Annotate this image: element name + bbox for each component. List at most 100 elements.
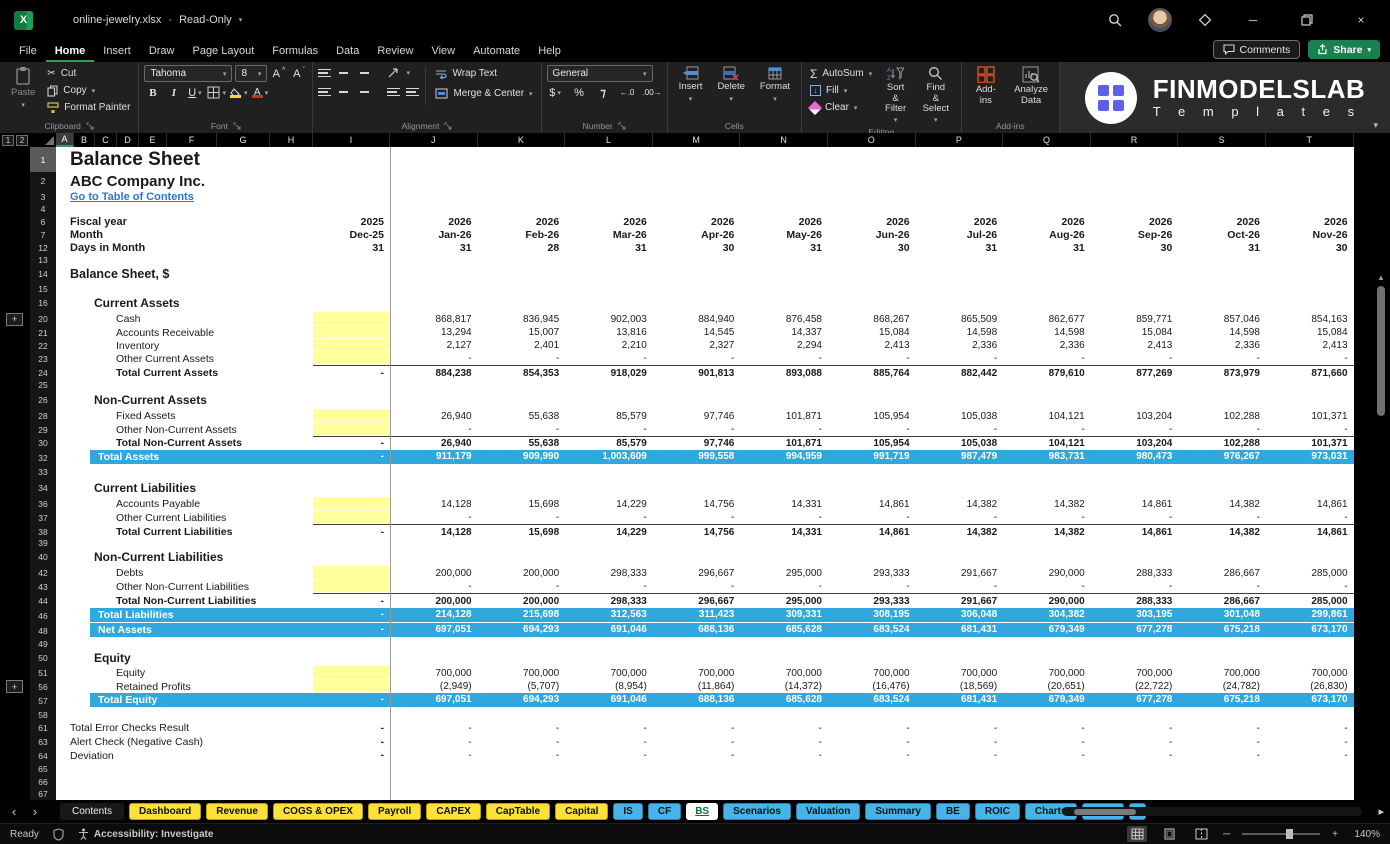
cell[interactable]: - [1003, 721, 1091, 735]
cell[interactable]: Feb-26 [478, 228, 566, 241]
cell[interactable]: 884,940 [653, 312, 741, 326]
zoom-out-button[interactable]: ─ [1223, 829, 1230, 840]
cell[interactable]: - [1178, 511, 1266, 524]
wrap-text-button[interactable]: Wrap Text [432, 65, 535, 82]
cell[interactable]: 85,579 [565, 409, 653, 423]
cell[interactable]: - [478, 352, 566, 365]
row-header[interactable]: 38 [30, 524, 56, 539]
cell[interactable]: 679,349 [1003, 623, 1091, 637]
row-header[interactable]: 67 [30, 788, 56, 800]
row-header[interactable]: 32 [30, 450, 56, 465]
borders-button[interactable]: ▾ [207, 84, 226, 101]
cell[interactable]: - [478, 511, 566, 524]
row-header[interactable]: 13 [30, 255, 56, 264]
cell[interactable]: - [740, 511, 828, 524]
cell[interactable]: (2,949) [390, 680, 478, 693]
row-header[interactable]: 48 [30, 623, 56, 638]
cell[interactable]: 286,667 [1178, 594, 1266, 608]
cell[interactable]: 15,084 [828, 326, 916, 339]
cell[interactable]: 14,756 [653, 497, 741, 511]
bold-button[interactable]: B [144, 84, 161, 101]
cell[interactable]: 14,382 [1003, 497, 1091, 511]
zoom-slider[interactable] [1242, 833, 1320, 835]
insert-cells-button[interactable]: Insert▾ [673, 65, 709, 106]
cell[interactable]: 2026 [390, 215, 478, 228]
sheet-tab-be[interactable]: BE [936, 803, 970, 820]
cell[interactable]: 871,660 [1266, 366, 1354, 380]
input-cell[interactable] [313, 312, 390, 326]
cell[interactable]: 987,479 [916, 450, 1004, 464]
cell[interactable]: 868,817 [390, 312, 478, 326]
cell[interactable]: 983,731 [1003, 450, 1091, 464]
comma-style-button[interactable]: ⁊ [595, 84, 612, 101]
cell[interactable]: - [653, 352, 741, 365]
addins-button[interactable]: Add-ins [967, 65, 1006, 107]
cell[interactable]: (8,954) [565, 680, 653, 693]
cell[interactable]: - [478, 749, 566, 762]
cell[interactable]: 697,051 [390, 693, 478, 707]
row-header[interactable]: 30 [30, 436, 56, 450]
cell[interactable]: 677,278 [1091, 623, 1179, 637]
clear-button[interactable]: Clear▾ [807, 99, 875, 116]
input-cell[interactable] [313, 339, 390, 352]
cell[interactable]: 700,000 [478, 666, 566, 680]
row-header[interactable]: 44 [30, 593, 56, 608]
cell[interactable]: - [390, 580, 478, 593]
cell[interactable]: - [1266, 423, 1354, 436]
cell[interactable]: 700,000 [1266, 666, 1354, 680]
cell[interactable]: 200,000 [478, 566, 566, 580]
outline-level-button[interactable]: 2 [16, 135, 28, 146]
tab-nav-left-icon[interactable]: ‹ [6, 804, 22, 819]
cell[interactable]: - [916, 580, 1004, 593]
paste-button[interactable]: Paste▾ [5, 65, 41, 112]
cell[interactable]: (18,569) [916, 680, 1004, 693]
cell[interactable]: 2026 [1003, 215, 1091, 228]
cell[interactable]: 2026 [916, 215, 1004, 228]
cell[interactable]: - [478, 580, 566, 593]
cell[interactable]: - [740, 735, 828, 749]
cell[interactable]: - [313, 437, 390, 450]
cell[interactable]: 882,442 [916, 366, 1004, 380]
avatar[interactable] [1148, 8, 1172, 32]
normal-view-icon[interactable] [1127, 826, 1147, 842]
cell[interactable]: - [390, 352, 478, 365]
cell[interactable]: 288,333 [1091, 566, 1179, 580]
cell[interactable]: 691,046 [565, 623, 653, 637]
cell[interactable]: 2026 [828, 215, 916, 228]
cell[interactable]: 13,816 [565, 326, 653, 339]
cell[interactable]: - [1178, 721, 1266, 735]
cell[interactable]: 14,861 [828, 525, 916, 539]
sheet-tab-roic[interactable]: ROIC [975, 803, 1020, 820]
cell[interactable]: - [828, 580, 916, 593]
column-header-G[interactable]: G [217, 133, 270, 147]
cell[interactable]: - [565, 511, 653, 524]
cell[interactable]: 200,000 [478, 594, 566, 608]
input-cell[interactable] [313, 409, 390, 423]
shield-icon[interactable] [53, 828, 64, 841]
column-header-J[interactable]: J [390, 133, 478, 147]
cell[interactable]: 991,719 [828, 450, 916, 464]
cell[interactable]: - [1091, 749, 1179, 762]
align-bottom-icon[interactable] [356, 68, 369, 78]
cell[interactable]: 30 [1091, 241, 1179, 255]
cell[interactable]: 14,331 [740, 525, 828, 539]
input-cell[interactable] [313, 666, 390, 680]
sheet-tab-cf[interactable]: CF [648, 803, 681, 820]
cell[interactable]: 2,413 [1266, 339, 1354, 352]
cell[interactable]: 200,000 [390, 594, 478, 608]
cell[interactable]: 679,349 [1003, 693, 1091, 707]
cell[interactable]: 2,413 [828, 339, 916, 352]
cell[interactable]: - [313, 749, 390, 762]
row-header[interactable]: 43 [30, 580, 56, 593]
collapse-ribbon-icon[interactable]: ▾ [1373, 120, 1378, 131]
cell[interactable]: 30 [653, 241, 741, 255]
cell[interactable]: 285,000 [1266, 594, 1354, 608]
column-header-C[interactable]: C [95, 133, 117, 147]
cell[interactable]: - [1266, 721, 1354, 735]
menu-item-file[interactable]: File [10, 43, 46, 62]
cell[interactable]: - [313, 623, 390, 637]
cell[interactable]: 902,003 [565, 312, 653, 326]
menu-item-insert[interactable]: Insert [94, 43, 140, 62]
restore-button[interactable] [1292, 9, 1322, 31]
cut-button[interactable]: ✂Cut [44, 65, 133, 82]
